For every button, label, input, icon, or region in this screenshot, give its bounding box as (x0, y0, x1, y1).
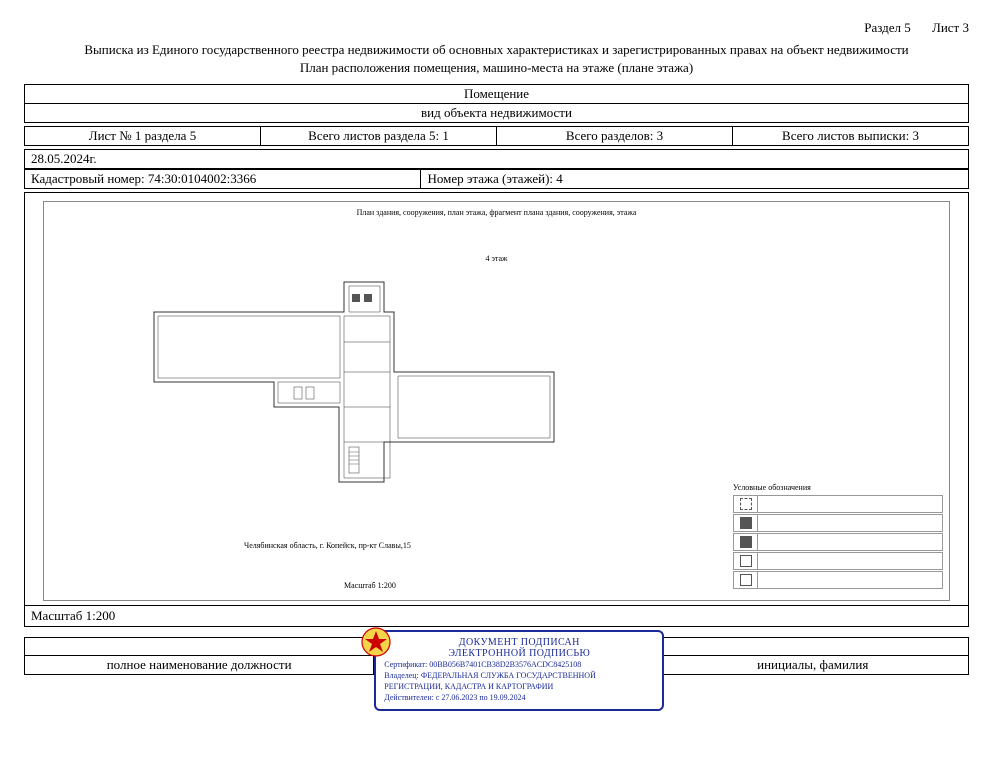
plan-table: План здания, сооружения, план этажа, фра… (24, 192, 969, 627)
floor-cell: Номер этажа (этажей): 4 (421, 170, 969, 189)
cadastre-label: Кадастровый номер: (31, 171, 145, 186)
position-label: полное наименование должности (25, 656, 374, 675)
document-title: Выписка из Единого государственного реес… (24, 42, 969, 58)
cadastre-table: Кадастровый номер: 74:30:0104002:3366 Но… (24, 169, 969, 189)
plan-cell: План здания, сооружения, план этажа, фра… (25, 193, 969, 606)
sheet-of-section: Лист № 1 раздела 5 (25, 127, 261, 146)
initials-cell-top (657, 638, 969, 656)
floor-value: 4 (556, 171, 563, 186)
section-label: Раздел 5 (864, 20, 911, 35)
plan-address: Челябинская область, г. Копейск, пр-кт С… (244, 541, 411, 550)
stamp-owner: Владелец: ФЕДЕРАЛЬНАЯ СЛУЖБА ГОСУДАРСТВЕ… (384, 670, 654, 692)
legend-row (733, 552, 943, 570)
stamp-cert: Сертификат: 00BB056B7401CB38D2B3576ACDC8… (384, 659, 654, 670)
sheet-label: Лист 3 (932, 20, 969, 35)
scale-cell: Масштаб 1:200 (25, 606, 969, 627)
stamp-line2: ЭЛЕКТРОННОЙ ПОДПИСЬЮ (384, 648, 654, 659)
total-sections: Всего разделов: 3 (497, 127, 733, 146)
page-header-right: Раздел 5 Лист 3 (24, 20, 969, 36)
legend-row (733, 571, 943, 589)
date-table: 28.05.2024г. (24, 149, 969, 169)
signature-stamp: ДОКУМЕНТ ПОДПИСАН ЭЛЕКТРОННОЙ ПОДПИСЬЮ С… (374, 630, 664, 711)
total-sheets-extract: Всего листов выписки: 3 (733, 127, 969, 146)
signature-table: ДОКУМЕНТ ПОДПИСАН ЭЛЕКТРОННОЙ ПОДПИСЬЮ С… (24, 637, 969, 675)
legend-row (733, 495, 943, 513)
floor-plan-drawing (144, 272, 564, 492)
cadastre-value: 74:30:0104002:3366 (148, 171, 256, 186)
emblem-icon (360, 626, 392, 658)
stamp-valid: Действителен: с 27.06.2023 по 19.09.2024 (384, 692, 654, 703)
legend-row (733, 533, 943, 551)
document-subtitle: План расположения помещения, машино-мест… (24, 60, 969, 76)
object-title: Помещение (25, 85, 969, 104)
plan-inner: План здания, сооружения, план этажа, фра… (43, 201, 950, 601)
object-header-table: Помещение вид объекта недвижимости (24, 84, 969, 123)
floor-label: Номер этажа (этажей): (427, 171, 553, 186)
object-subtitle: вид объекта недвижимости (25, 104, 969, 123)
info-row-table: Лист № 1 раздела 5 Всего листов раздела … (24, 126, 969, 146)
position-cell-top (25, 638, 374, 656)
document-date: 28.05.2024г. (25, 150, 969, 169)
initials-label: инициалы, фамилия (657, 656, 969, 675)
plan-legend: Условные обозначения (733, 495, 943, 590)
legend-title: Условные обозначения (733, 483, 811, 492)
plan-caption: План здания, сооружения, план этажа, фра… (44, 208, 949, 217)
plan-floor-label: 4 этаж (44, 254, 949, 263)
cadastre-cell: Кадастровый номер: 74:30:0104002:3366 (25, 170, 421, 189)
stamp-cell: ДОКУМЕНТ ПОДПИСАН ЭЛЕКТРОННОЙ ПОДПИСЬЮ С… (374, 638, 657, 675)
stamp-line1: ДОКУМЕНТ ПОДПИСАН (384, 637, 654, 648)
total-sheets-section: Всего листов раздела 5: 1 (261, 127, 497, 146)
plan-scale-inner: Масштаб 1:200 (344, 581, 396, 590)
legend-row (733, 514, 943, 532)
